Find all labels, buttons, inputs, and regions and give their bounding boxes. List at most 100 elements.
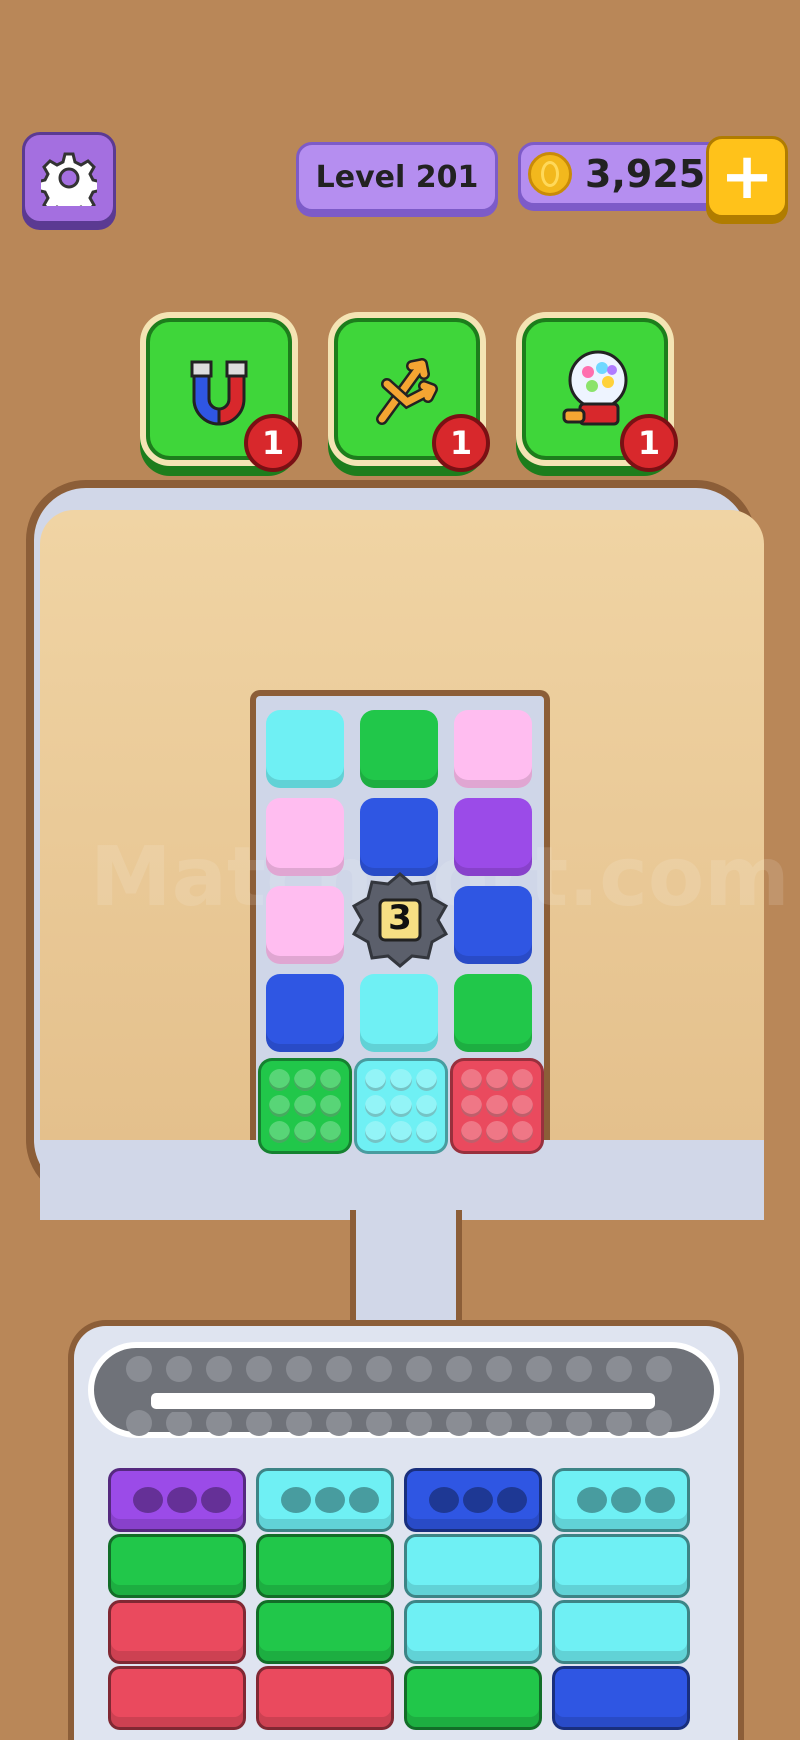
tile-bubble: [511, 1121, 533, 1143]
add-coins-button[interactable]: +: [706, 136, 788, 218]
stack-layer-blue: [552, 1666, 690, 1730]
tile-bubble: [415, 1069, 437, 1091]
belt-hole: [486, 1410, 512, 1436]
shuffle-count: 1: [449, 424, 473, 462]
gumball-count: 1: [637, 424, 661, 462]
board-tile-purple[interactable]: [454, 798, 532, 876]
tile-bubble: [294, 1069, 316, 1091]
tile-bubble: [319, 1121, 341, 1143]
stack-dot: [315, 1487, 345, 1513]
stack-dot: [611, 1487, 641, 1513]
stack-layer-green: [108, 1534, 246, 1598]
stack-layer-cyan: [552, 1600, 690, 1664]
stack-dot: [497, 1487, 527, 1513]
stack-top-purple[interactable]: [108, 1468, 246, 1532]
coin-amount: 3,925: [585, 152, 706, 196]
tile-bubble: [365, 1095, 387, 1117]
gumball-machine-icon: [562, 350, 628, 426]
belt-hole: [646, 1356, 672, 1382]
belt-hole: [326, 1410, 352, 1436]
board-tile-pink[interactable]: [266, 886, 344, 964]
tile-bubble: [269, 1095, 291, 1117]
board-tile-green[interactable]: [360, 710, 438, 788]
tile-bubble: [486, 1121, 508, 1143]
tile-bubble: [390, 1095, 412, 1117]
level-label: Level 201: [315, 159, 479, 195]
front-tile-red[interactable]: [450, 1058, 544, 1154]
board-tile-pink[interactable]: [266, 798, 344, 876]
belt-hole: [566, 1410, 592, 1436]
board-tile-pink[interactable]: [454, 710, 532, 788]
board-tile-blue[interactable]: [266, 974, 344, 1052]
tile-bubble: [511, 1069, 533, 1091]
tile-bubble: [486, 1095, 508, 1117]
belt-hole: [166, 1356, 192, 1382]
belt-hole: [326, 1356, 352, 1382]
stack-dot: [201, 1487, 231, 1513]
stack-top-cyan[interactable]: [256, 1468, 394, 1532]
stack-top-blue[interactable]: [404, 1468, 542, 1532]
stack-layer-cyan: [552, 1534, 690, 1598]
tile-bubble: [461, 1069, 483, 1091]
stack-layer-cyan: [404, 1600, 542, 1664]
board-tile-cyan[interactable]: [266, 710, 344, 788]
belt-hole: [526, 1410, 552, 1436]
belt-hole: [526, 1356, 552, 1382]
tile-bubble: [319, 1069, 341, 1091]
belt-hole: [566, 1356, 592, 1382]
tile-bubble: [390, 1069, 412, 1091]
plus-icon: +: [720, 140, 774, 214]
belt-hole: [366, 1410, 392, 1436]
board-tile-blue[interactable]: [360, 798, 438, 876]
belt-hole: [606, 1356, 632, 1382]
belt-hole: [286, 1410, 312, 1436]
settings-button[interactable]: [22, 132, 116, 224]
stack-layer-green: [256, 1600, 394, 1664]
stack-dot: [429, 1487, 459, 1513]
level-indicator: Level 201: [296, 142, 498, 212]
stack-dot: [577, 1487, 607, 1513]
stack-layer-red: [108, 1666, 246, 1730]
shuffle-icon: [376, 358, 438, 425]
tile-bubble: [461, 1095, 483, 1117]
belt-track: [148, 1390, 658, 1412]
tile-bubble: [269, 1069, 291, 1091]
belt-hole: [206, 1410, 232, 1436]
tile-bubble: [365, 1069, 387, 1091]
tile-bubble: [511, 1095, 533, 1117]
magnet-icon: [190, 360, 248, 426]
belt-hole: [166, 1410, 192, 1436]
tile-bubble: [294, 1095, 316, 1117]
stack-dot: [167, 1487, 197, 1513]
belt-hole: [446, 1356, 472, 1382]
tile-bubble: [486, 1069, 508, 1091]
belt-hole: [126, 1410, 152, 1436]
stack-layer-red: [256, 1666, 394, 1730]
belt-hole: [406, 1356, 432, 1382]
belt-hole: [646, 1410, 672, 1436]
front-tile-green[interactable]: [258, 1058, 352, 1154]
front-tile-cyan[interactable]: [354, 1058, 448, 1154]
gear-icon: [41, 152, 97, 206]
stack-top-cyan[interactable]: [552, 1468, 690, 1532]
tile-bubble: [415, 1095, 437, 1117]
tile-bubble: [390, 1121, 412, 1143]
gumball-count-badge: 1: [620, 414, 678, 472]
locked-tile: 3: [350, 870, 450, 970]
lock-count: 3: [388, 898, 412, 938]
stack-dot: [133, 1487, 163, 1513]
tile-bubble: [365, 1121, 387, 1143]
magnet-count: 1: [261, 424, 285, 462]
board-tile-blue[interactable]: [454, 886, 532, 964]
stack-dot: [645, 1487, 675, 1513]
tile-bubble: [319, 1095, 341, 1117]
board-tile-cyan[interactable]: [360, 974, 438, 1052]
stack-dot: [463, 1487, 493, 1513]
coin-icon: [528, 152, 572, 196]
belt-hole: [446, 1410, 472, 1436]
belt-hole: [406, 1410, 432, 1436]
tile-bubble: [415, 1121, 437, 1143]
board-tile-green[interactable]: [454, 974, 532, 1052]
belt-hole: [366, 1356, 392, 1382]
stack-layer-cyan: [404, 1534, 542, 1598]
